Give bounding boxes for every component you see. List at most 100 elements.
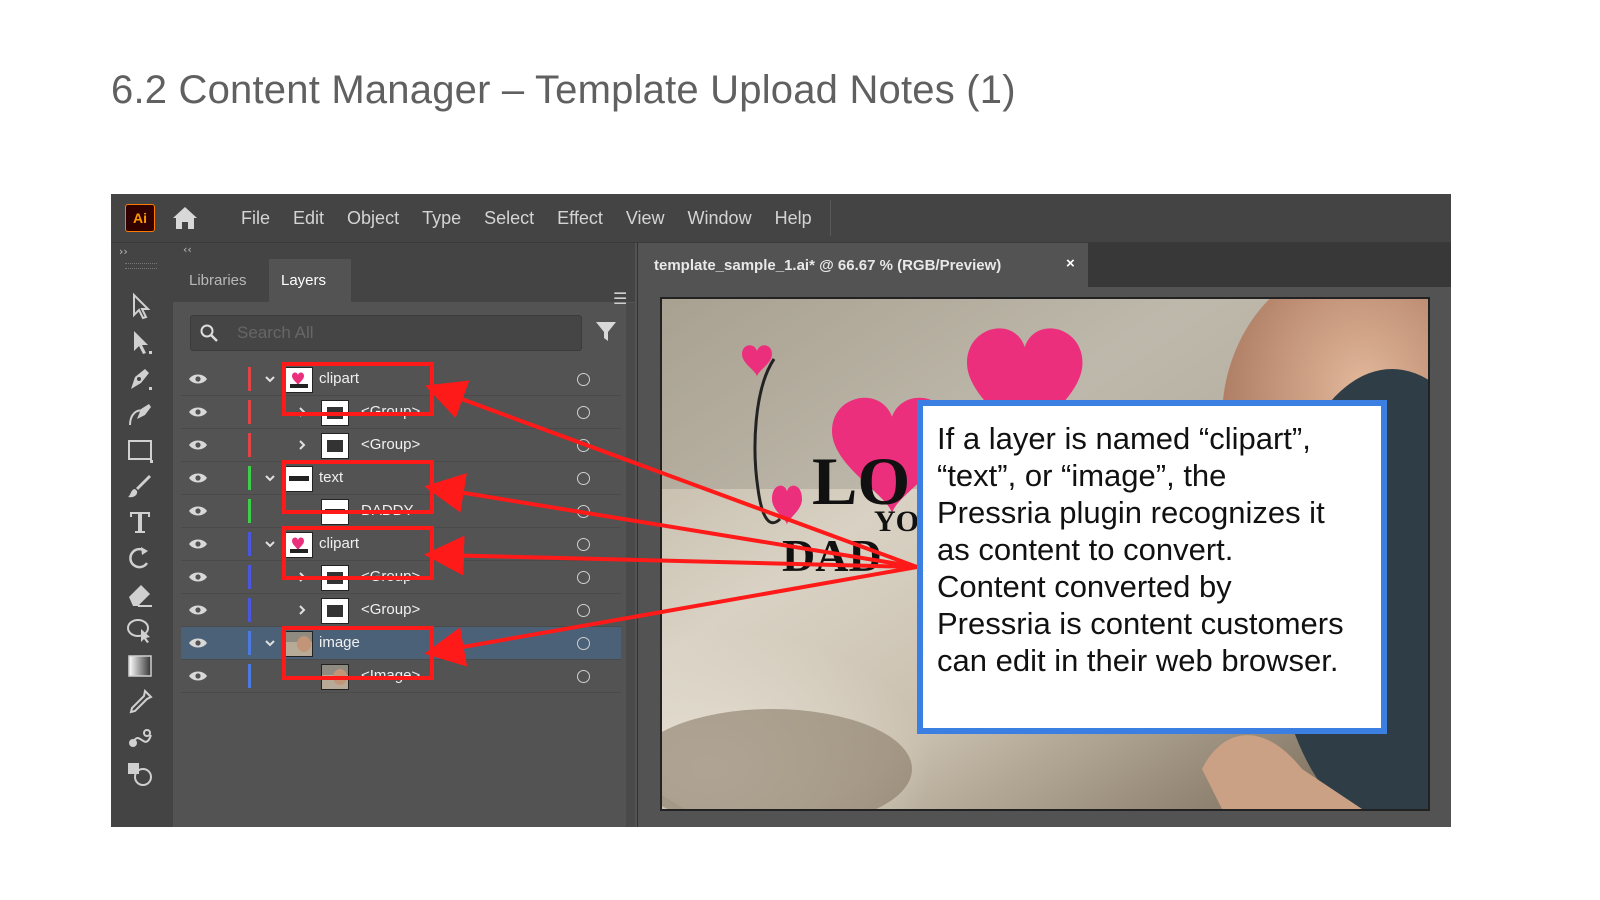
menu-type[interactable]: Type <box>420 208 461 229</box>
type-tool-icon[interactable] <box>125 507 155 537</box>
menu-effect[interactable]: Effect <box>555 208 603 229</box>
menu-help[interactable]: Help <box>773 208 812 229</box>
layer-name[interactable]: image <box>319 634 360 651</box>
layer-name[interactable]: <Group> <box>361 436 420 453</box>
layer-target-icon[interactable] <box>577 373 590 386</box>
layer-row[interactable]: <Group> <box>181 594 621 627</box>
blend-tool-icon[interactable] <box>125 723 155 753</box>
tab-libraries[interactable]: Libraries <box>183 259 269 302</box>
visibility-eye-icon[interactable] <box>188 537 208 551</box>
chevron-right-icon[interactable] <box>295 405 309 419</box>
layer-thumbnail <box>285 532 313 558</box>
layer-target-icon[interactable] <box>577 604 590 617</box>
layer-row[interactable]: clipart <box>181 363 621 396</box>
layer-row[interactable]: clipart <box>181 528 621 561</box>
tab-layers[interactable]: Layers <box>269 259 351 302</box>
chevron-down-icon[interactable] <box>263 537 277 551</box>
layer-name[interactable]: clipart <box>319 535 359 552</box>
rotate-tool-icon[interactable] <box>125 543 155 573</box>
layer-row[interactable]: <Group> <box>181 429 621 462</box>
slide-title: 6.2 Content Manager – Template Upload No… <box>111 68 1016 112</box>
layer-name[interactable]: <Image> <box>361 667 420 684</box>
visibility-eye-icon[interactable] <box>188 372 208 386</box>
layer-row[interactable]: DADDY <box>181 495 621 528</box>
toolbar-grip[interactable] <box>125 263 157 269</box>
search-icon <box>200 324 218 342</box>
home-icon[interactable] <box>169 202 201 234</box>
tools-panel: ›› <box>111 243 174 827</box>
layer-row[interactable]: <Group> <box>181 561 621 594</box>
menu-bar: Ai File Edit Object Type Select Effect V… <box>111 194 1451 243</box>
chevron-down-icon[interactable] <box>263 636 277 650</box>
filter-icon[interactable] <box>594 319 618 343</box>
layer-name[interactable]: <Group> <box>361 601 420 618</box>
layer-thumbnail <box>285 367 313 393</box>
layer-color-indicator <box>248 400 251 424</box>
layer-color-indicator <box>248 466 251 490</box>
layers-search <box>190 315 582 351</box>
layer-target-icon[interactable] <box>577 670 590 683</box>
visibility-eye-icon[interactable] <box>188 438 208 452</box>
rectangle-tool-icon[interactable] <box>125 435 155 465</box>
visibility-eye-icon[interactable] <box>188 636 208 650</box>
document-tab[interactable]: template_sample_1.ai* @ 66.67 % (RGB/Pre… <box>638 243 1088 287</box>
selection-tool-icon[interactable] <box>125 291 155 321</box>
visibility-eye-icon[interactable] <box>188 504 208 518</box>
shape-builder-tool-icon[interactable] <box>125 759 155 789</box>
layer-target-icon[interactable] <box>577 472 590 485</box>
layer-row[interactable]: <Image> <box>181 660 621 693</box>
layer-name[interactable]: <Group> <box>361 403 420 420</box>
layer-target-icon[interactable] <box>577 439 590 452</box>
toolbar-collapse-button[interactable]: ›› <box>119 245 128 258</box>
layer-target-icon[interactable] <box>577 505 590 518</box>
eraser-tool-icon[interactable] <box>125 579 155 609</box>
paintbrush-tool-icon[interactable] <box>125 471 155 501</box>
layer-color-indicator <box>248 433 251 457</box>
layer-target-icon[interactable] <box>577 538 590 551</box>
direct-selection-tool-icon[interactable] <box>125 327 155 357</box>
layer-thumbnail <box>321 664 349 690</box>
document-close-button[interactable]: × <box>1066 255 1075 272</box>
visibility-eye-icon[interactable] <box>188 603 208 617</box>
layer-color-indicator <box>248 598 251 622</box>
chevron-right-icon[interactable] <box>295 438 309 452</box>
chevron-right-icon[interactable] <box>295 570 309 584</box>
chevron-down-icon[interactable] <box>263 372 277 386</box>
puppet-warp-tool-icon[interactable] <box>125 615 155 645</box>
panel-scrollbar[interactable] <box>626 303 635 827</box>
chevron-right-icon[interactable] <box>295 603 309 617</box>
document-tab-title: template_sample_1.ai* @ 66.67 % (RGB/Pre… <box>654 256 1002 274</box>
panel-collapse-button[interactable]: ‹‹ <box>183 243 192 256</box>
menu-window[interactable]: Window <box>686 208 752 229</box>
menu-edit[interactable]: Edit <box>291 208 324 229</box>
layer-row[interactable]: image <box>181 627 621 660</box>
menu-select[interactable]: Select <box>482 208 534 229</box>
pen-tool-icon[interactable] <box>125 363 155 393</box>
callout-line: Pressria is content customers <box>937 606 1344 641</box>
visibility-eye-icon[interactable] <box>188 570 208 584</box>
menu-object[interactable]: Object <box>345 208 399 229</box>
layers-list: clipart <Group> <Group> text DADDY clipart <Gr… <box>181 363 621 693</box>
layer-row[interactable]: <Group> <box>181 396 621 429</box>
callout-line: Pressria plugin recognizes it <box>937 495 1325 530</box>
visibility-eye-icon[interactable] <box>188 471 208 485</box>
gradient-tool-icon[interactable] <box>125 651 155 681</box>
layer-row[interactable]: text <box>181 462 621 495</box>
layer-name[interactable]: clipart <box>319 370 359 387</box>
layer-target-icon[interactable] <box>577 637 590 650</box>
layer-target-icon[interactable] <box>577 571 590 584</box>
layer-name[interactable]: text <box>319 469 343 486</box>
layer-name[interactable]: <Group> <box>361 568 420 585</box>
layer-color-indicator <box>248 631 251 655</box>
eyedropper-tool-icon[interactable] <box>125 687 155 717</box>
layer-target-icon[interactable] <box>577 406 590 419</box>
curvature-tool-icon[interactable] <box>125 399 155 429</box>
chevron-down-icon[interactable] <box>263 471 277 485</box>
visibility-eye-icon[interactable] <box>188 669 208 683</box>
visibility-eye-icon[interactable] <box>188 405 208 419</box>
menu-file[interactable]: File <box>239 208 270 229</box>
layer-name[interactable]: DADDY <box>361 502 414 519</box>
layer-thumbnail <box>285 631 313 657</box>
search-input[interactable] <box>235 320 569 346</box>
menu-view[interactable]: View <box>624 208 665 229</box>
